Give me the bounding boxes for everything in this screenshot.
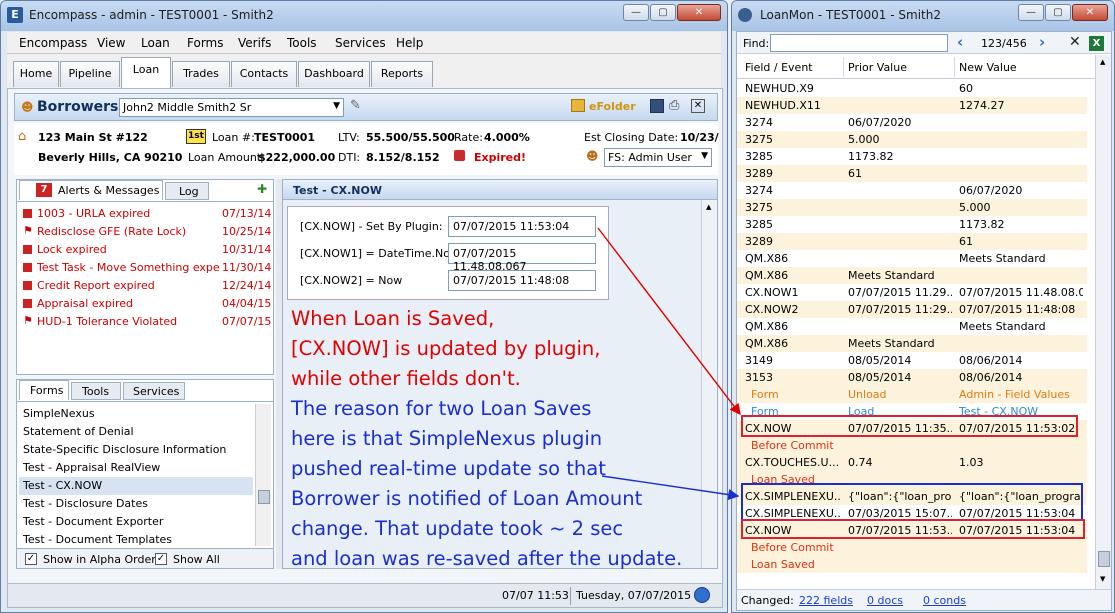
red-arrow — [597, 227, 741, 416]
blue-arrow — [601, 475, 740, 501]
annotation-arrows — [597, 227, 741, 501]
